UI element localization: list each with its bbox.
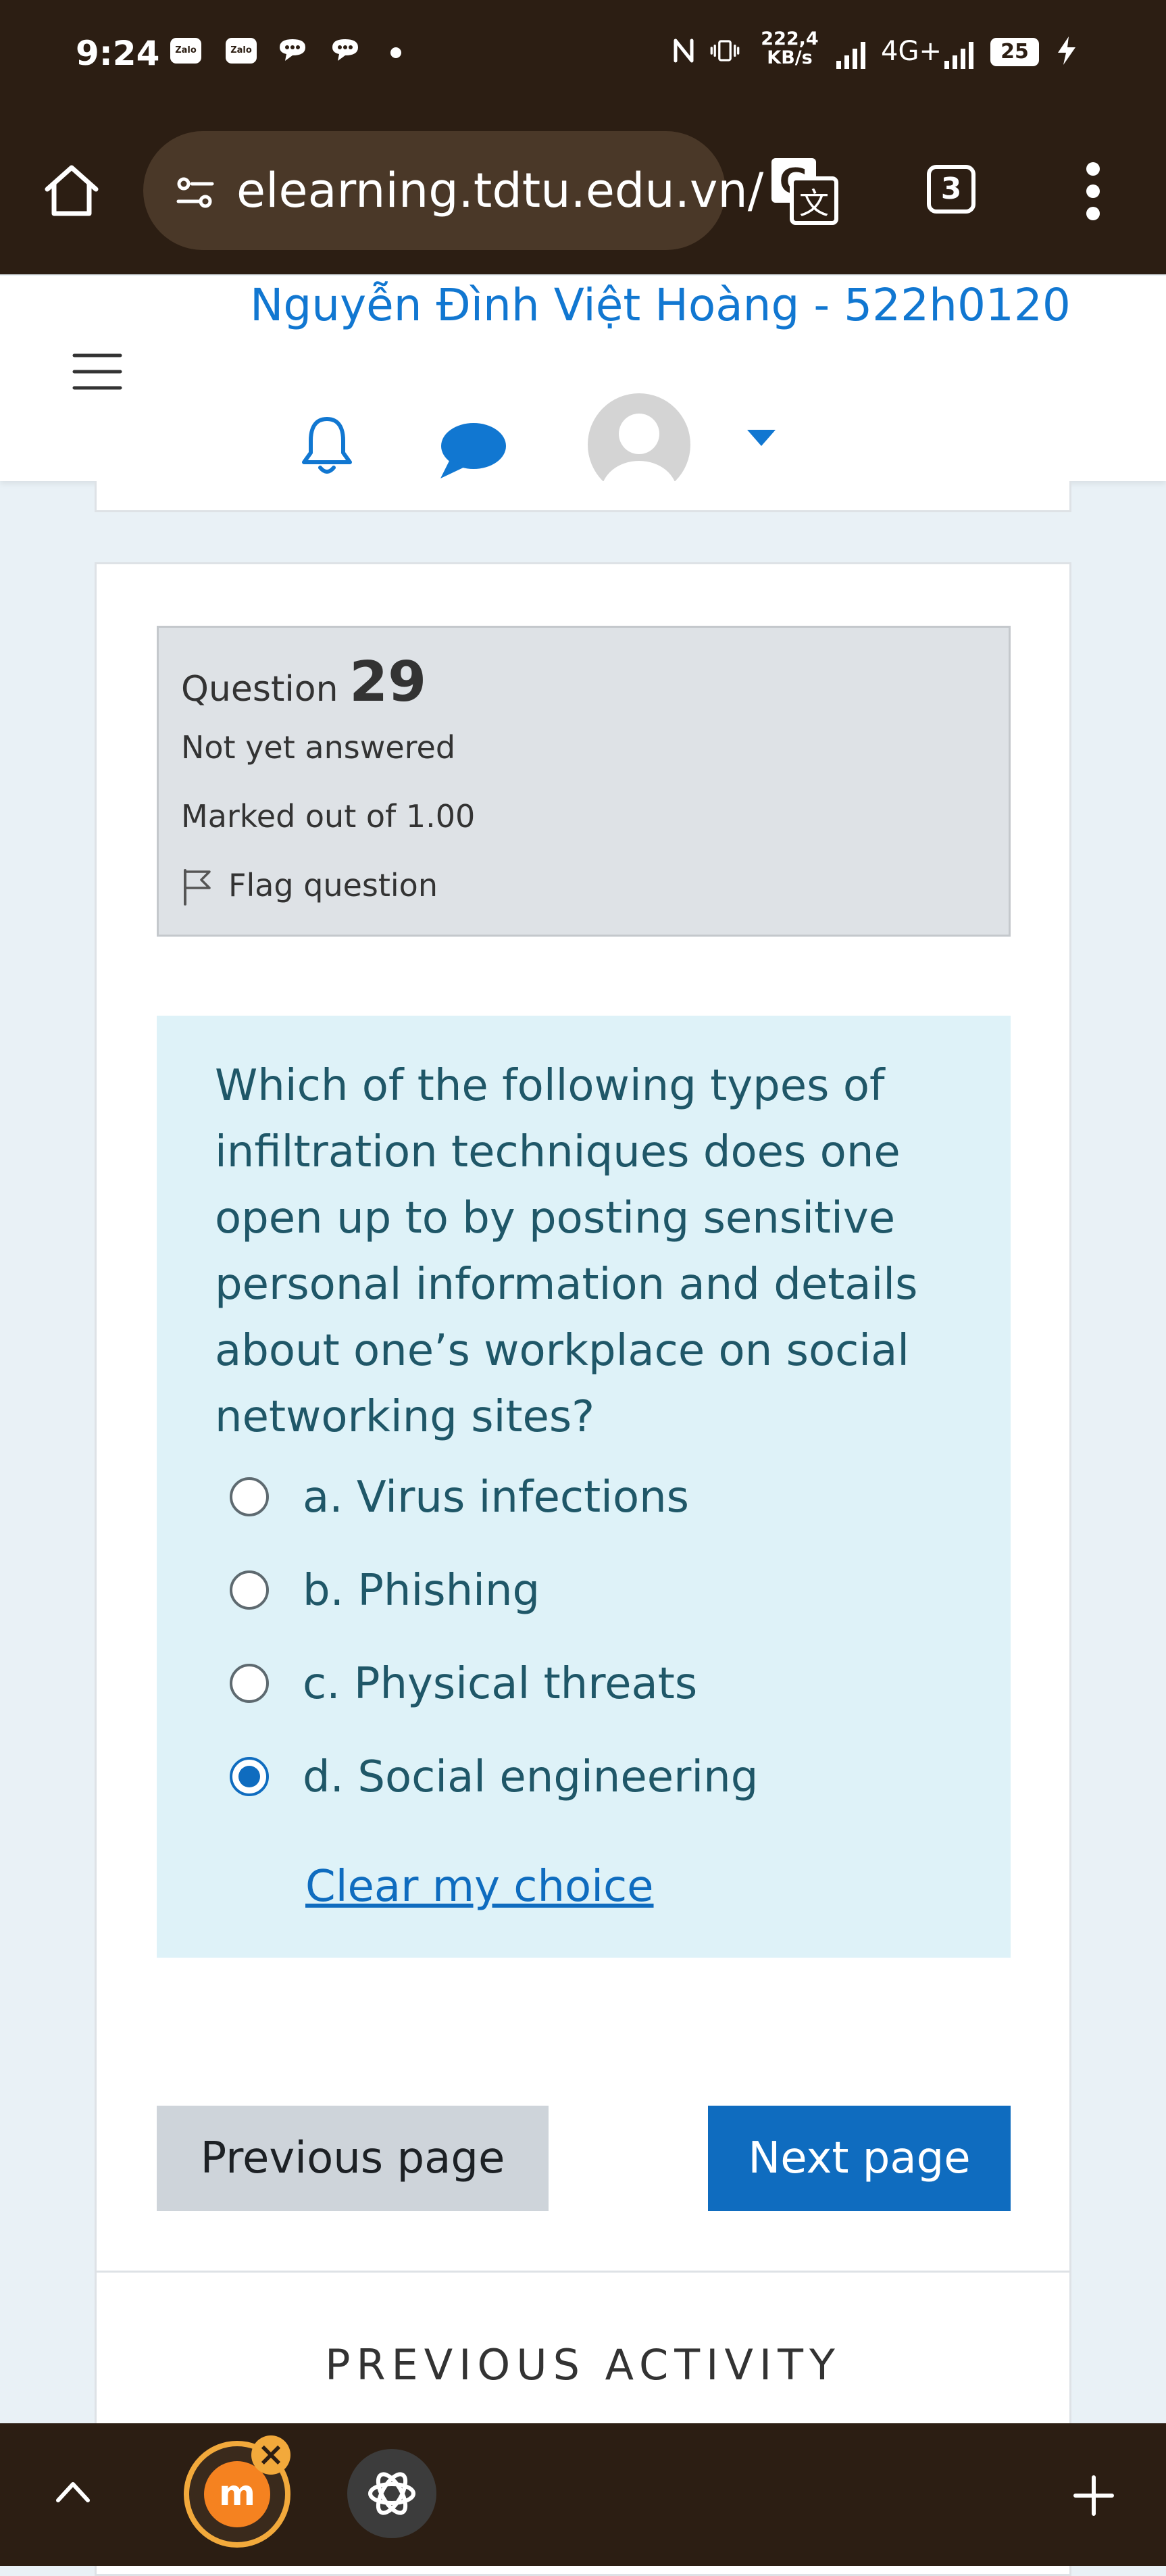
status-bar: 9:24 Zalo Zalo 222,4 KB/s 4G+ 25 (0, 0, 1166, 108)
answer-radio[interactable] (230, 1664, 269, 1703)
flag-question-label: Flag question (228, 867, 438, 903)
messenger-icon (332, 39, 358, 61)
notification-dot (390, 47, 401, 58)
vibrate-icon (710, 40, 740, 61)
question-marks: Marked out of 1.00 (181, 798, 476, 835)
close-icon[interactable]: × (251, 2435, 290, 2475)
translate-icon[interactable]: G 文 (769, 155, 839, 226)
answer-label[interactable]: c. Physical threats (303, 1652, 697, 1716)
answer-radio-selected[interactable] (230, 1757, 269, 1796)
previous-card-bottom (95, 481, 1071, 512)
clear-choice-link[interactable]: Clear my choice (305, 1856, 654, 1918)
svg-text:文: 文 (799, 187, 829, 221)
chatgpt-icon[interactable] (347, 2449, 436, 2538)
network-speed: 222,4 KB/s (761, 28, 819, 68)
previous-page-button[interactable]: Previous page (157, 2106, 549, 2211)
browser-bottom-bar (0, 2423, 1166, 2566)
answer-radio[interactable] (230, 1477, 269, 1516)
answer-label[interactable]: d. Social engineering (303, 1745, 758, 1810)
signal-icon (836, 39, 869, 69)
question-status: Not yet answered (181, 729, 456, 766)
previous-activity-heading[interactable]: PREVIOUS ACTIVITY (97, 2338, 1069, 2392)
plus-icon[interactable] (1071, 2473, 1116, 2518)
home-icon[interactable] (41, 159, 103, 222)
signal-icon (944, 39, 977, 69)
messenger-icon (280, 39, 305, 61)
chevron-up-icon[interactable] (53, 2476, 93, 2506)
user-name[interactable]: Nguyễn Đình Việt Hoàng - 522h0120 (250, 277, 1071, 334)
chat-bubble-icon[interactable] (436, 419, 508, 481)
question-number: 29 (349, 650, 427, 714)
hamburger-menu-icon[interactable] (70, 350, 124, 393)
answer-radio[interactable] (230, 1570, 269, 1610)
bell-icon[interactable] (300, 414, 354, 478)
zalo-icon: Zalo (170, 38, 201, 64)
zalo-icon: Zalo (226, 38, 257, 64)
answer-label[interactable]: b. Phishing (303, 1558, 540, 1623)
question-text: Which of the following types of infiltra… (215, 1061, 918, 1442)
more-menu-icon[interactable] (1086, 162, 1102, 220)
question-label: Question (181, 669, 338, 710)
next-page-button[interactable]: Next page (708, 2106, 1011, 2211)
battery-icon: 25 (990, 38, 1039, 66)
url-text[interactable]: elearning.tdtu.edu.vn/ (236, 164, 763, 218)
status-time: 9:24 (76, 34, 160, 73)
section-divider (97, 2271, 1069, 2273)
tabs-icon[interactable]: 3 (927, 165, 975, 214)
site-settings-icon[interactable] (174, 172, 216, 214)
flag-icon (184, 869, 211, 906)
caret-down-icon[interactable] (746, 428, 777, 447)
network-type: 4G+ (881, 36, 942, 67)
nfc-icon (674, 39, 694, 63)
answer-label[interactable]: a. Virus infections (303, 1465, 689, 1530)
question-heading: Question 29 (181, 655, 426, 716)
charging-icon (1058, 36, 1075, 65)
